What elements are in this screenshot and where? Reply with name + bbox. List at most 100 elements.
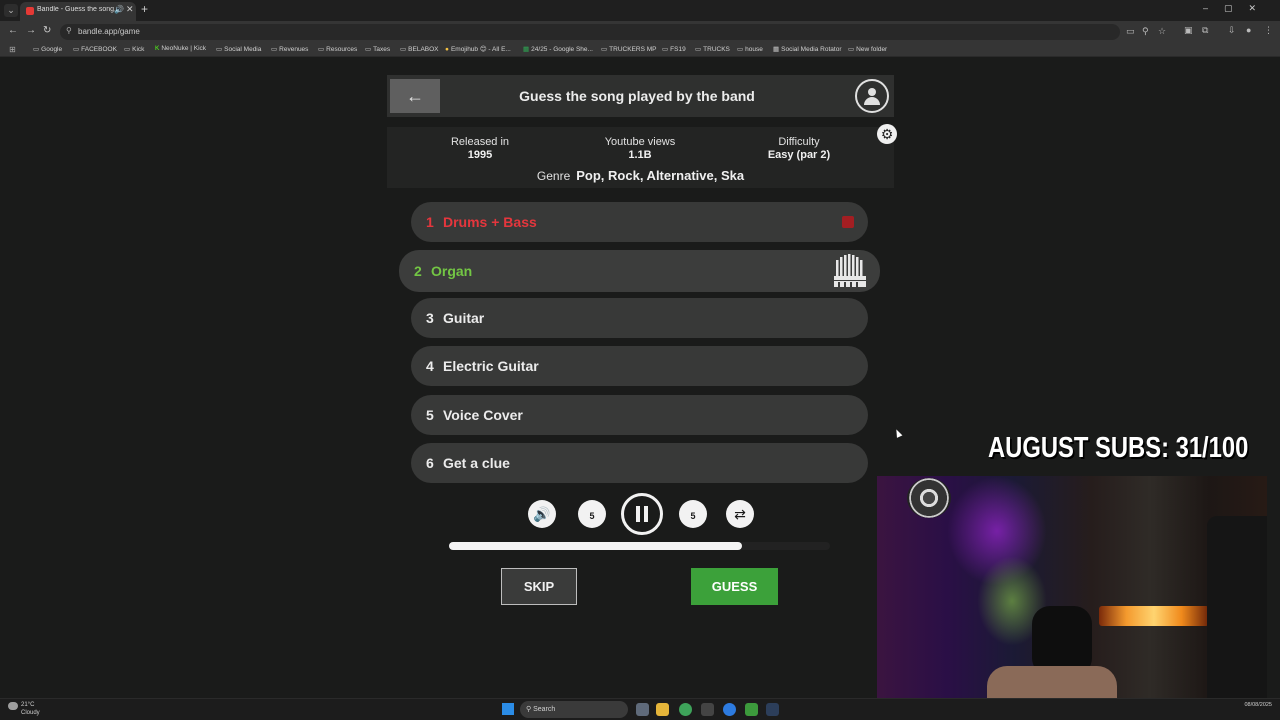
step-voice-cover[interactable]: 5 Voice Cover [411, 395, 868, 435]
bookmark-item[interactable]: ▭ Google [33, 45, 62, 53]
app-icon[interactable] [723, 703, 736, 716]
rewind-seconds: 5 [589, 511, 595, 521]
mouse-cursor-icon [893, 428, 903, 438]
bookmark-item[interactable]: ● Emojihub 😊 - All E... [445, 45, 511, 53]
step-label: Electric Guitar [443, 358, 539, 374]
windows-start-icon[interactable] [502, 703, 514, 715]
emoji-icon: ● [445, 46, 449, 53]
folder-icon: ▭ [400, 46, 407, 53]
dartboard [907, 478, 951, 518]
task-view-icon[interactable] [636, 703, 649, 716]
url-text[interactable]: bandle.app/game [78, 27, 140, 36]
difficulty-label: Difficulty [778, 136, 820, 148]
tab-audio-icon[interactable]: 🔊 [114, 5, 124, 14]
folder-icon: ▭ [216, 46, 223, 53]
step-get-a-clue[interactable]: 6 Get a clue [411, 443, 868, 483]
step-label: Drums + Bass [443, 214, 537, 230]
bookmark-item[interactable]: ▭ TRUCKS [695, 45, 730, 53]
forward-nav-icon[interactable]: → [26, 25, 36, 36]
bookmark-item[interactable]: K NeoNuke | Kick [155, 45, 206, 52]
clock-date: 08/08/2025 [1244, 702, 1272, 708]
zoom-icon[interactable]: ⚲ [1142, 26, 1149, 37]
obs-icon[interactable] [701, 703, 714, 716]
extensions-icon[interactable]: ▣ [1184, 25, 1193, 36]
apps-grid-icon[interactable]: ⊞ [9, 45, 16, 54]
step-number: 6 [426, 455, 434, 471]
released-info: Released in 1995 [410, 136, 550, 161]
chrome-icon[interactable] [679, 703, 692, 716]
bookmark-item[interactable]: ▦ 24/25 - Google She... [523, 45, 593, 53]
downloads-icon[interactable]: ⇩ [1228, 25, 1236, 36]
guess-button[interactable]: GUESS [691, 568, 778, 605]
step-number: 3 [426, 310, 434, 326]
genre-row: Genre Pop, Rock, Alternative, Ska [387, 168, 894, 183]
kick-icon: K [155, 45, 160, 52]
step-guitar[interactable]: 3 Guitar [411, 298, 868, 338]
back-nav-icon[interactable]: ← [8, 25, 18, 36]
folder-icon: ▭ [365, 46, 372, 53]
step-label: Guitar [443, 310, 485, 326]
views-info: Youtube views 1.1B [570, 136, 710, 161]
rewind-5-icon[interactable]: 5 [578, 500, 606, 528]
tab-search-icon[interactable]: ⌄ [4, 4, 18, 17]
tab-title: Bandle - Guess the song, o [37, 6, 115, 13]
bookmark-item[interactable]: ▭ Social Media [216, 45, 261, 53]
profile-avatar-icon[interactable]: ● [1246, 25, 1251, 35]
settings-gear-icon[interactable]: ⚙ [877, 124, 897, 144]
bookmark-item[interactable]: ▭ TRUCKERS MP [601, 45, 656, 53]
bookmark-item[interactable]: ▭ FACEBOOK [73, 45, 117, 53]
bookmark-item[interactable]: ▭ New folder [848, 45, 887, 53]
profile-icon[interactable] [855, 79, 889, 113]
xbox-icon[interactable] [745, 703, 758, 716]
bookmark-item[interactable]: ▭ Kick [124, 45, 144, 53]
bookmark-star-icon[interactable]: ☆ [1158, 26, 1166, 37]
browser-menu-icon[interactable]: ⋮ [1264, 25, 1273, 36]
bookmark-item[interactable]: ▭ Taxes [365, 45, 390, 53]
new-tab-icon[interactable]: + [141, 2, 148, 16]
step-drums-bass[interactable]: 1 Drums + Bass [411, 202, 868, 242]
profile-body-shape [864, 97, 880, 105]
step-organ[interactable]: 2 Organ [399, 250, 880, 292]
skip-button[interactable]: SKIP [501, 568, 577, 605]
folder-icon: ▭ [73, 46, 80, 53]
step-number: 4 [426, 358, 434, 374]
extension-puzzle-icon[interactable]: ⧉ [1202, 25, 1208, 36]
page-title: Guess the song played by the band [519, 88, 755, 104]
bookmark-item[interactable]: ▭ BELABOX [400, 45, 439, 53]
bookmark-item[interactable]: ▭ Revenues [271, 45, 308, 53]
back-arrow-icon[interactable]: ← [390, 79, 440, 113]
system-tray[interactable]: 08/08/2025 [1244, 702, 1272, 709]
bookmark-item[interactable]: ▦ Social Media Rotator [773, 45, 842, 53]
browser-tab[interactable]: Bandle - Guess the song, o 🔊 ✕ [20, 2, 136, 21]
weather-widget[interactable]: 21°C Cloudy [8, 702, 40, 717]
taskbar-search[interactable]: ⚲ Search [520, 701, 628, 718]
progress-fill [449, 542, 743, 550]
step-electric-guitar[interactable]: 4 Electric Guitar [411, 346, 868, 386]
steam-icon[interactable] [766, 703, 779, 716]
bookmark-item[interactable]: ▭ Resources [318, 45, 357, 53]
folder-icon: ▭ [601, 46, 608, 53]
step-number: 5 [426, 407, 434, 423]
folder-icon: ▭ [695, 46, 702, 53]
webcam-feed [877, 476, 1267, 706]
forward-5-icon[interactable]: 5 [679, 500, 707, 528]
address-bar[interactable]: ⚲ bandle.app/game ▭ ⚲ ☆ [60, 24, 1166, 40]
site-info-icon[interactable]: ⚲ [66, 26, 72, 35]
bookmark-item[interactable]: ▭ house [737, 45, 763, 53]
step-number: 2 [414, 263, 422, 279]
cast-icon[interactable]: ▭ [1126, 26, 1135, 37]
step-label: Voice Cover [443, 407, 523, 423]
repeat-icon[interactable]: ⇄ [726, 500, 754, 528]
browser-tab-strip: ⌄ Bandle - Guess the song, o 🔊 ✕ + –▢✕ [0, 0, 1280, 21]
playback-progress-bar[interactable] [449, 542, 830, 550]
file-explorer-icon[interactable] [656, 703, 669, 716]
genre-value: Pop, Rock, Alternative, Ska [576, 168, 745, 183]
profile-head-shape [868, 88, 876, 96]
bookmark-item[interactable]: ▭ FS19 [662, 45, 686, 53]
window-controls[interactable]: –▢✕ [1203, 3, 1272, 14]
volume-icon[interactable]: 🔊 [528, 500, 556, 528]
difficulty-info: Difficulty Easy (par 2) [729, 136, 869, 161]
tab-close-icon[interactable]: ✕ [126, 4, 134, 15]
reload-icon[interactable]: ↻ [43, 25, 51, 36]
pause-icon[interactable] [621, 493, 663, 535]
